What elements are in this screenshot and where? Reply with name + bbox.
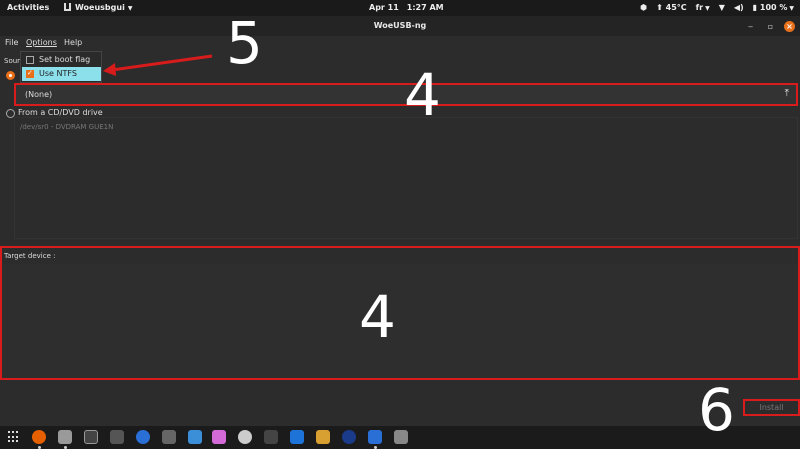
annotation-arrow (103, 54, 213, 76)
